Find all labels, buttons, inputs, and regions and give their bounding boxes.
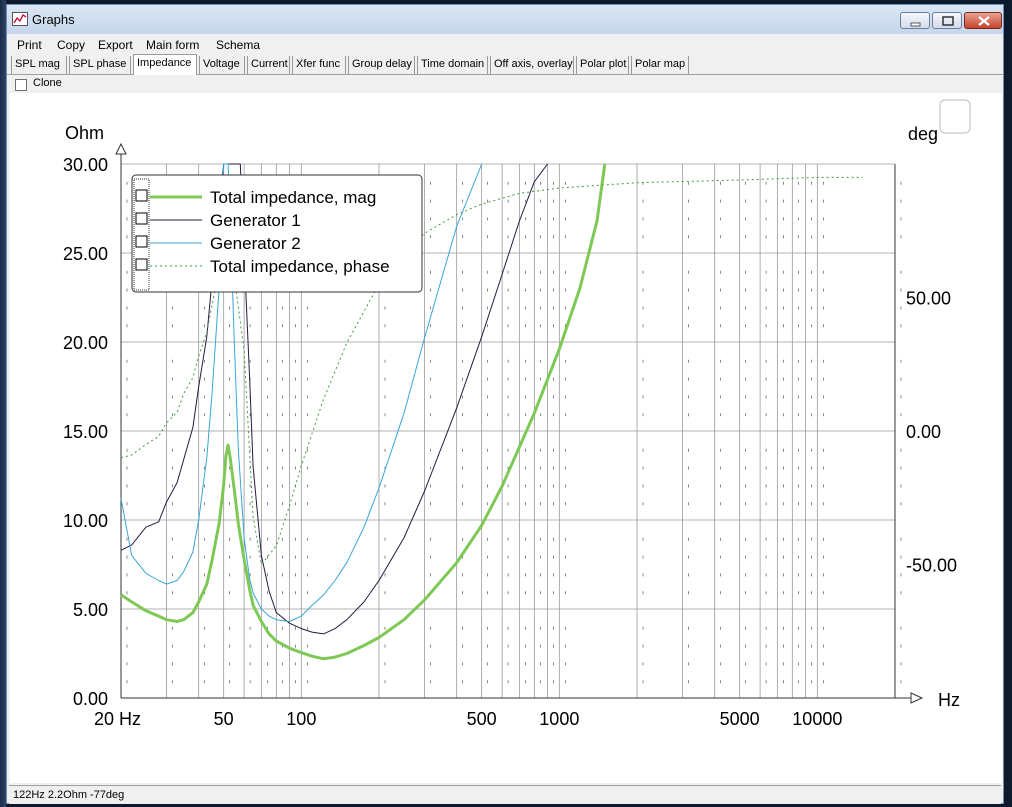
y-tick-label: 0.00 bbox=[73, 689, 108, 709]
legend-label: Generator 1 bbox=[210, 211, 301, 230]
x-axis-title: Hz bbox=[938, 690, 960, 710]
app-graph-icon bbox=[12, 12, 28, 26]
tab-spl-mag[interactable]: SPL mag bbox=[11, 56, 67, 74]
corner-toggle-box[interactable] bbox=[939, 99, 971, 134]
tab-polar-plot[interactable]: Polar plot bbox=[576, 56, 629, 74]
y-tick-label: 5.00 bbox=[73, 600, 108, 620]
menu-schema[interactable]: Schema bbox=[216, 38, 260, 52]
x-tick-label: 50 bbox=[214, 709, 234, 729]
y-axis-arrow-icon bbox=[115, 142, 127, 155]
tab-polar-map[interactable]: Polar map bbox=[631, 56, 689, 74]
tab-off-axis-overlay[interactable]: Off axis, overlay bbox=[490, 56, 574, 74]
minimize-button[interactable] bbox=[900, 12, 930, 29]
y-tick-label: 30.00 bbox=[63, 155, 108, 175]
y-tick-label: 25.00 bbox=[63, 244, 108, 264]
tab-spl-phase[interactable]: SPL phase bbox=[69, 56, 131, 74]
legend-checkbox[interactable] bbox=[135, 189, 148, 202]
y2-tick-label: 50.00 bbox=[906, 289, 951, 309]
title-bar[interactable]: Graphs bbox=[7, 5, 1003, 34]
x-tick-label: 500 bbox=[467, 709, 497, 729]
legend-checkbox[interactable] bbox=[135, 235, 148, 248]
y-tick-label: 15.00 bbox=[63, 422, 108, 442]
legend-label: Generator 2 bbox=[210, 234, 301, 253]
maximize-icon bbox=[942, 16, 954, 26]
x-tick-label: 1000 bbox=[539, 709, 579, 729]
x-tick-label: 10000 bbox=[792, 709, 842, 729]
graphs-window: Graphs Print Copy Export Main form Schem… bbox=[6, 4, 1004, 804]
x-axis-arrow-icon bbox=[910, 692, 924, 704]
y2-tick-label: 0.00 bbox=[906, 422, 941, 442]
y2-tick-label: -50.00 bbox=[906, 556, 957, 576]
close-button[interactable] bbox=[964, 12, 1002, 29]
chart-panel: Ohm deg Hz 0.00 5.00 10.00 15.00 20.00 25.00 30.0… bbox=[10, 93, 1002, 783]
menu-copy[interactable]: Copy bbox=[57, 38, 85, 52]
menu-main-form[interactable]: Main form bbox=[146, 38, 199, 52]
tab-impedance[interactable]: Impedance bbox=[133, 54, 197, 75]
x-tick-label: 20 Hz bbox=[94, 709, 141, 729]
tab-time-domain[interactable]: Time domain bbox=[417, 56, 488, 74]
minimize-icon bbox=[910, 22, 921, 27]
menu-print[interactable]: Print bbox=[17, 38, 42, 52]
impedance-chart: Ohm deg Hz 0.00 5.00 10.00 15.00 20.00 25.00 30.0… bbox=[63, 99, 971, 729]
window-title: Graphs bbox=[32, 12, 75, 27]
menu-export[interactable]: Export bbox=[98, 38, 133, 52]
tab-xfer-func[interactable]: Xfer func bbox=[292, 56, 346, 74]
clone-checkbox[interactable] bbox=[15, 79, 27, 91]
status-bar: 122Hz 2.2Ohm -77deg bbox=[9, 785, 1001, 804]
tab-group-delay[interactable]: Group delay bbox=[348, 56, 415, 74]
cursor-readout: 122Hz 2.2Ohm -77deg bbox=[13, 789, 125, 801]
y-tick-label: 20.00 bbox=[63, 333, 108, 353]
y-axis-title: Ohm bbox=[65, 123, 104, 143]
tab-voltage[interactable]: Voltage bbox=[199, 56, 245, 74]
legend-label: Total impedance, phase bbox=[210, 257, 390, 276]
legend-label: Total impedance, mag bbox=[210, 188, 376, 207]
y-tick-label: 10.00 bbox=[63, 511, 108, 531]
legend-checkbox[interactable] bbox=[135, 212, 148, 225]
menu-bar: Print Copy Export Main form Schema bbox=[7, 34, 1003, 54]
clone-label: Clone bbox=[33, 77, 62, 89]
tab-current[interactable]: Current bbox=[247, 56, 290, 74]
x-tick-label: 5000 bbox=[720, 709, 760, 729]
x-tick-label: 100 bbox=[286, 709, 316, 729]
close-icon bbox=[978, 16, 990, 26]
legend-checkbox[interactable] bbox=[135, 258, 148, 271]
y2-axis-title: deg bbox=[908, 124, 938, 144]
tab-bar: SPL mag SPL phase Impedance Voltage Curr… bbox=[7, 54, 1003, 75]
maximize-button[interactable] bbox=[932, 12, 962, 29]
